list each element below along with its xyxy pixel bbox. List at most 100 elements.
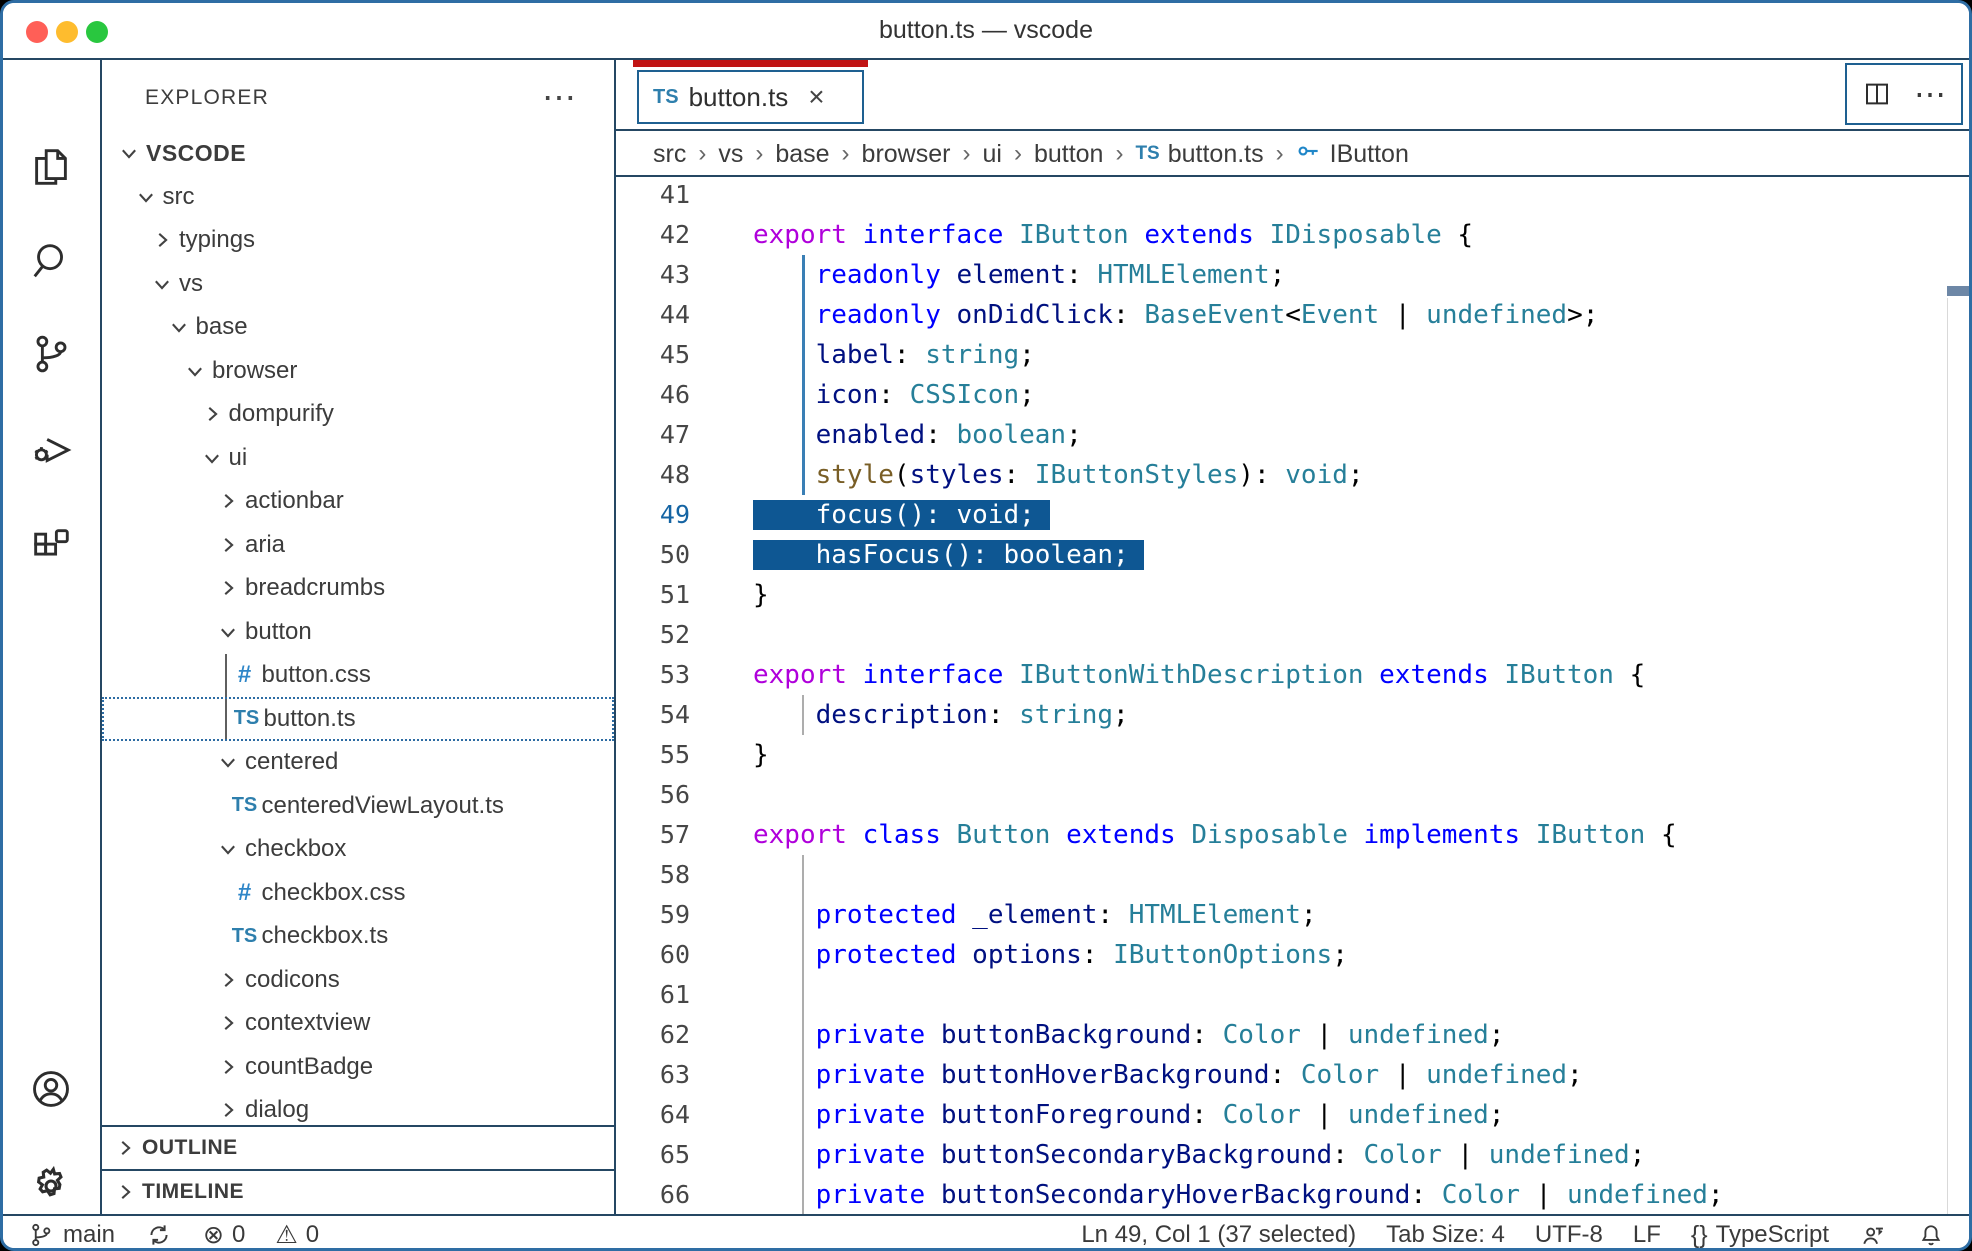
split-editor-icon[interactable] xyxy=(1862,79,1892,109)
code-line-47[interactable]: 47 enabled: boolean; xyxy=(616,415,1972,455)
account-icon[interactable] xyxy=(28,1066,74,1112)
line-number[interactable]: 56 xyxy=(616,775,690,815)
line-number[interactable]: 46 xyxy=(616,375,690,415)
breadcrumb-item-IButton[interactable]: IButton xyxy=(1296,138,1409,171)
code-line-56[interactable]: 56 xyxy=(616,775,1972,815)
code-line-57[interactable]: 57export class Button extends Disposable… xyxy=(616,815,1972,855)
outline-section-header[interactable]: OUTLINE xyxy=(102,1125,614,1169)
tree-item-aria[interactable]: aria xyxy=(102,523,614,567)
line-number[interactable]: 52 xyxy=(616,615,690,655)
line-number[interactable]: 47 xyxy=(616,415,690,455)
code-line-59[interactable]: 59 protected _element: HTMLElement; xyxy=(616,895,1972,935)
code-line-41[interactable]: 41 xyxy=(616,179,1972,215)
breadcrumb-item-ui[interactable]: ui xyxy=(982,140,1001,169)
breadcrumb-item-browser[interactable]: browser xyxy=(862,140,951,169)
tree-item-checkbox[interactable]: checkbox xyxy=(102,827,614,871)
code-line-65[interactable]: 65 private buttonSecondaryBackground: Co… xyxy=(616,1135,1972,1175)
code-line-66[interactable]: 66 private buttonSecondaryHoverBackgroun… xyxy=(616,1175,1972,1214)
code-line-49[interactable]: 49 focus(): void; xyxy=(616,495,1972,535)
line-number[interactable]: 51 xyxy=(616,575,690,615)
code-editor[interactable]: 4142export interface IButton extends IDi… xyxy=(616,179,1972,1214)
code-line-54[interactable]: 54 description: string; xyxy=(616,695,1972,735)
tree-item-countBadge[interactable]: countBadge xyxy=(102,1045,614,1089)
code-line-43[interactable]: 43 readonly element: HTMLElement; xyxy=(616,255,1972,295)
tree-item-button[interactable]: button xyxy=(102,610,614,654)
line-number[interactable]: 65 xyxy=(616,1135,690,1175)
tree-item-dompurify[interactable]: dompurify xyxy=(102,392,614,436)
settings-gear-icon[interactable] xyxy=(28,1163,74,1209)
breadcrumb-item-vs[interactable]: vs xyxy=(718,140,743,169)
tree-item-button-css[interactable]: #button.css xyxy=(102,653,614,697)
line-number[interactable]: 48 xyxy=(616,455,690,495)
status-item-sync[interactable] xyxy=(145,1221,173,1249)
close-tab-icon[interactable]: × xyxy=(808,81,824,113)
tree-item-actionbar[interactable]: actionbar xyxy=(102,479,614,523)
tree-item-vs[interactable]: vs xyxy=(102,262,614,306)
line-number[interactable]: 63 xyxy=(616,1055,690,1095)
code-line-60[interactable]: 60 protected options: IButtonOptions; xyxy=(616,935,1972,975)
line-number[interactable]: 58 xyxy=(616,855,690,895)
line-number[interactable]: 50 xyxy=(616,535,690,575)
line-number[interactable]: 66 xyxy=(616,1175,690,1214)
code-line-51[interactable]: 51} xyxy=(616,575,1972,615)
line-number[interactable]: 59 xyxy=(616,895,690,935)
tree-item-contextview[interactable]: contextview xyxy=(102,1001,614,1045)
line-number[interactable]: 54 xyxy=(616,695,690,735)
code-line-46[interactable]: 46 icon: CSSIcon; xyxy=(616,375,1972,415)
tree-item-browser[interactable]: browser xyxy=(102,349,614,393)
tree-item-centered[interactable]: centered xyxy=(102,740,614,784)
source-control-icon[interactable] xyxy=(28,331,74,377)
code-line-58[interactable]: 58 xyxy=(616,855,1972,895)
breadcrumb-item-src[interactable]: src xyxy=(653,140,686,169)
status-item-error-glyph[interactable]: ⊗0 xyxy=(203,1220,245,1250)
code-line-64[interactable]: 64 private buttonForeground: Color | und… xyxy=(616,1095,1972,1135)
line-number[interactable]: 42 xyxy=(616,215,690,255)
line-number[interactable]: 45 xyxy=(616,335,690,375)
line-number[interactable]: 55 xyxy=(616,735,690,775)
status-item-ln-49-col-1-37-selected-[interactable]: Ln 49, Col 1 (37 selected) xyxy=(1081,1221,1356,1249)
line-number[interactable]: 61 xyxy=(616,975,690,1015)
code-line-44[interactable]: 44 readonly onDidClick: BaseEvent<Event … xyxy=(616,295,1972,335)
tree-item-checkbox-css[interactable]: #checkbox.css xyxy=(102,871,614,915)
tree-item-breadcrumbs[interactable]: breadcrumbs xyxy=(102,566,614,610)
line-number[interactable]: 62 xyxy=(616,1015,690,1055)
breadcrumb-item-button-ts[interactable]: TSbutton.ts xyxy=(1135,140,1263,169)
line-number[interactable]: 64 xyxy=(616,1095,690,1135)
tree-item-dialog[interactable]: dialog xyxy=(102,1088,614,1125)
status-item-typescript[interactable]: {}TypeScript xyxy=(1691,1221,1829,1250)
status-item-git-branch[interactable]: main xyxy=(27,1221,115,1249)
tree-item-VSCODE[interactable]: VSCODE xyxy=(102,131,614,175)
status-item-utf-8[interactable]: UTF-8 xyxy=(1535,1221,1603,1249)
line-number[interactable]: 41 xyxy=(616,179,690,215)
tree-item-centeredViewLayout-ts[interactable]: TScenteredViewLayout.ts xyxy=(102,784,614,828)
tree-item-button-ts[interactable]: TSbutton.ts xyxy=(102,697,614,741)
line-number[interactable]: 44 xyxy=(616,295,690,335)
breadcrumb-item-base[interactable]: base xyxy=(775,140,829,169)
code-line-62[interactable]: 62 private buttonBackground: Color | und… xyxy=(616,1015,1972,1055)
code-line-61[interactable]: 61 xyxy=(616,975,1972,1015)
tree-item-codicons[interactable]: codicons xyxy=(102,958,614,1002)
line-number[interactable]: 43 xyxy=(616,255,690,295)
code-line-52[interactable]: 52 xyxy=(616,615,1972,655)
tree-item-src[interactable]: src xyxy=(102,175,614,219)
line-number[interactable]: 60 xyxy=(616,935,690,975)
explorer-icon[interactable] xyxy=(28,144,74,190)
search-icon[interactable] xyxy=(28,237,74,283)
code-line-45[interactable]: 45 label: string; xyxy=(616,335,1972,375)
code-line-48[interactable]: 48 style(styles: IButtonStyles): void; xyxy=(616,455,1972,495)
line-number[interactable]: 57 xyxy=(616,815,690,855)
code-line-55[interactable]: 55} xyxy=(616,735,1972,775)
code-line-53[interactable]: 53export interface IButtonWithDescriptio… xyxy=(616,655,1972,695)
status-item-lf[interactable]: LF xyxy=(1633,1221,1661,1249)
status-item-feedback[interactable] xyxy=(1859,1221,1887,1249)
code-line-63[interactable]: 63 private buttonHoverBackground: Color … xyxy=(616,1055,1972,1095)
tree-item-typings[interactable]: typings xyxy=(102,218,614,262)
breadcrumb-item-button[interactable]: button xyxy=(1034,140,1104,169)
tree-item-ui[interactable]: ui xyxy=(102,436,614,480)
line-number[interactable]: 49 xyxy=(616,495,690,535)
code-line-50[interactable]: 50 hasFocus(): boolean; xyxy=(616,535,1972,575)
tree-item-base[interactable]: base xyxy=(102,305,614,349)
tab-button-ts[interactable]: TS button.ts × xyxy=(633,60,868,131)
status-item-bell[interactable] xyxy=(1917,1221,1945,1249)
status-item-warning-glyph[interactable]: ⚠0 xyxy=(275,1220,319,1250)
